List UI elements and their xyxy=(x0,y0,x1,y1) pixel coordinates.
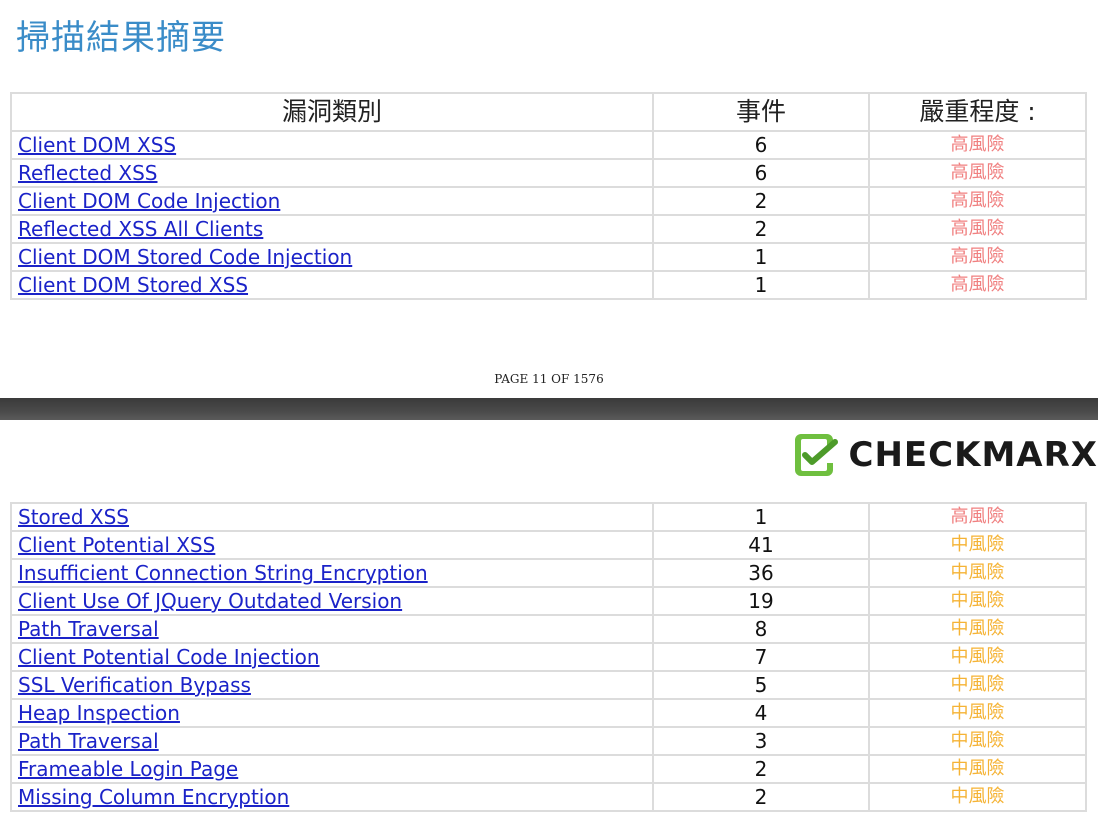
event-count: 2 xyxy=(652,214,870,244)
severity-badge: 高風險 xyxy=(868,186,1087,216)
checkmark-logo-icon xyxy=(794,434,838,476)
brand-name: CHECKMARX xyxy=(848,435,1098,475)
report-page-11: 掃描結果摘要 漏洞類別 事件 嚴重程度 : Client DOM XSS 6 高… xyxy=(0,0,1098,398)
event-count: 1 xyxy=(652,270,870,300)
vulnerability-link[interactable]: Client Potential Code Injection xyxy=(18,645,320,669)
vulnerability-link[interactable]: Path Traversal xyxy=(18,617,159,641)
checkmarx-logo: CHECKMARX xyxy=(791,428,1098,482)
severity-badge: 高風險 xyxy=(868,502,1087,532)
event-count: 4 xyxy=(652,698,870,728)
table-row: Client DOM Code Injection 2 高風險 xyxy=(10,186,1087,216)
severity-badge: 高風險 xyxy=(868,130,1087,160)
event-count: 41 xyxy=(652,530,870,560)
table-row: SSL Verification Bypass 5 中風險 xyxy=(10,670,1087,700)
event-count: 2 xyxy=(652,186,870,216)
vulnerability-link[interactable]: Client DOM Code Injection xyxy=(18,189,280,213)
header-count: 事件 xyxy=(652,92,870,132)
vulnerability-link[interactable]: Client DOM Stored XSS xyxy=(18,273,248,297)
event-count: 7 xyxy=(652,642,870,672)
severity-badge: 中風險 xyxy=(868,754,1087,784)
section-title: 掃描結果摘要 xyxy=(16,18,226,58)
table-row: Path Traversal 8 中風險 xyxy=(10,614,1087,644)
vulnerability-link[interactable]: Frameable Login Page xyxy=(18,757,238,781)
severity-badge: 高風險 xyxy=(868,242,1087,272)
table-row: Missing Column Encryption 2 中風險 xyxy=(10,782,1087,812)
severity-badge: 中風險 xyxy=(868,782,1087,812)
severity-badge: 中風險 xyxy=(868,670,1087,700)
vulnerability-link[interactable]: Client Use Of JQuery Outdated Version xyxy=(18,589,402,613)
vulnerability-link[interactable]: Insufficient Connection String Encryptio… xyxy=(18,561,428,585)
vulnerability-link[interactable]: Missing Column Encryption xyxy=(18,785,289,809)
vulnerability-link[interactable]: Path Traversal xyxy=(18,729,159,753)
vulnerability-link[interactable]: Client Potential XSS xyxy=(18,533,215,557)
event-count: 2 xyxy=(652,782,870,812)
vulnerability-link[interactable]: Stored XSS xyxy=(18,505,129,529)
vulnerability-link[interactable]: Reflected XSS xyxy=(18,161,158,185)
table-row: Path Traversal 3 中風險 xyxy=(10,726,1087,756)
table-row: Client Use Of JQuery Outdated Version 19… xyxy=(10,586,1087,616)
vulnerability-link[interactable]: SSL Verification Bypass xyxy=(18,673,251,697)
table-row: Client DOM Stored XSS 1 高風險 xyxy=(10,270,1087,300)
event-count: 2 xyxy=(652,754,870,784)
event-count: 3 xyxy=(652,726,870,756)
severity-badge: 中風險 xyxy=(868,614,1087,644)
header-category: 漏洞類別 xyxy=(10,92,654,132)
scan-summary-table-continued: Stored XSS 1 高風險 Client Potential XSS 41… xyxy=(10,502,1087,812)
table-row: Client Potential Code Injection 7 中風險 xyxy=(10,642,1087,672)
table-row: Stored XSS 1 高風險 xyxy=(10,502,1087,532)
severity-badge: 中風險 xyxy=(868,642,1087,672)
severity-badge: 中風險 xyxy=(868,558,1087,588)
table-row: Frameable Login Page 2 中風險 xyxy=(10,754,1087,784)
event-count: 6 xyxy=(652,130,870,160)
severity-badge: 高風險 xyxy=(868,214,1087,244)
severity-badge: 中風險 xyxy=(868,726,1087,756)
scan-summary-table: 漏洞類別 事件 嚴重程度 : Client DOM XSS 6 高風險 Refl… xyxy=(10,92,1087,300)
event-count: 8 xyxy=(652,614,870,644)
page-number: PAGE 11 OF 1576 xyxy=(494,372,604,386)
event-count: 1 xyxy=(652,242,870,272)
severity-badge: 中風險 xyxy=(868,698,1087,728)
severity-badge: 中風險 xyxy=(868,530,1087,560)
severity-badge: 中風險 xyxy=(868,586,1087,616)
event-count: 19 xyxy=(652,586,870,616)
table-row: Client Potential XSS 41 中風險 xyxy=(10,530,1087,560)
page-separator xyxy=(0,398,1098,420)
severity-badge: 高風險 xyxy=(868,270,1087,300)
table-row: Client DOM XSS 6 高風險 xyxy=(10,130,1087,160)
vulnerability-link[interactable]: Heap Inspection xyxy=(18,701,180,725)
vulnerability-link[interactable]: Client DOM Stored Code Injection xyxy=(18,245,352,269)
header-severity: 嚴重程度 : xyxy=(868,92,1087,132)
table-row: Client DOM Stored Code Injection 1 高風險 xyxy=(10,242,1087,272)
event-count: 6 xyxy=(652,158,870,188)
event-count: 1 xyxy=(652,502,870,532)
table-row: Insufficient Connection String Encryptio… xyxy=(10,558,1087,588)
event-count: 5 xyxy=(652,670,870,700)
vulnerability-link[interactable]: Reflected XSS All Clients xyxy=(18,217,263,241)
severity-badge: 高風險 xyxy=(868,158,1087,188)
vulnerability-link[interactable]: Client DOM XSS xyxy=(18,133,176,157)
table-header-row: 漏洞類別 事件 嚴重程度 : xyxy=(10,92,1087,132)
table-row: Reflected XSS All Clients 2 高風險 xyxy=(10,214,1087,244)
event-count: 36 xyxy=(652,558,870,588)
table-row: Heap Inspection 4 中風險 xyxy=(10,698,1087,728)
table-row: Reflected XSS 6 高風險 xyxy=(10,158,1087,188)
